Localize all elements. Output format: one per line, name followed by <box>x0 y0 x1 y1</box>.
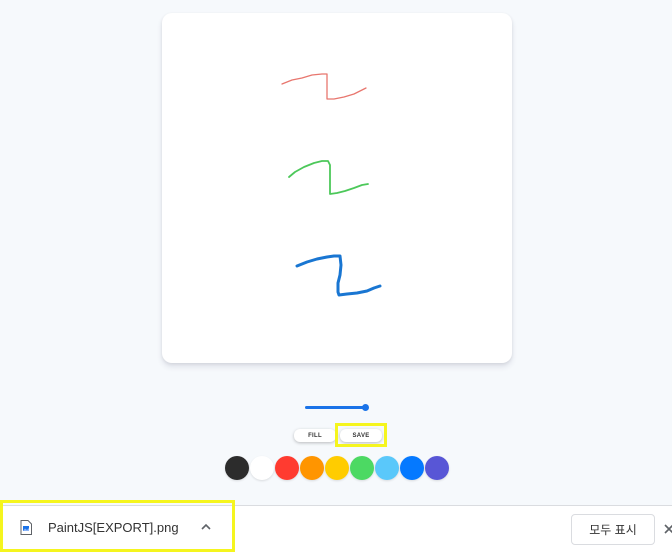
color-swatch-black[interactable] <box>225 456 249 480</box>
save-button[interactable]: SAVE <box>340 429 382 442</box>
fill-button[interactable]: FILL <box>294 429 336 442</box>
slider-track <box>305 406 365 409</box>
color-swatch-orange[interactable] <box>300 456 324 480</box>
color-swatch-purple[interactable] <box>425 456 449 480</box>
color-swatch-green[interactable] <box>350 456 374 480</box>
stroke-red <box>281 73 367 100</box>
download-item[interactable]: PaintJS[EXPORT].png <box>20 520 179 535</box>
show-all-button[interactable]: 모두 표시 <box>571 514 655 545</box>
download-file-name: PaintJS[EXPORT].png <box>48 520 179 535</box>
color-swatch-yellow[interactable] <box>325 456 349 480</box>
color-swatch-blue[interactable] <box>400 456 424 480</box>
canvas-drawing <box>281 73 382 297</box>
image-file-icon <box>20 520 32 535</box>
color-swatch-white[interactable] <box>250 456 274 480</box>
stroke-green <box>288 160 369 195</box>
color-swatch-red[interactable] <box>275 456 299 480</box>
chevron-up-icon[interactable] <box>198 519 214 535</box>
close-icon[interactable] <box>663 522 672 536</box>
paint-canvas[interactable] <box>162 13 512 363</box>
slider-thumb[interactable] <box>362 404 369 411</box>
color-palette <box>225 456 449 480</box>
download-bar: PaintJS[EXPORT].png 모두 표시 <box>0 505 672 554</box>
color-swatch-light-blue[interactable] <box>375 456 399 480</box>
brush-size-slider[interactable] <box>305 402 369 414</box>
stroke-blue <box>295 254 382 297</box>
